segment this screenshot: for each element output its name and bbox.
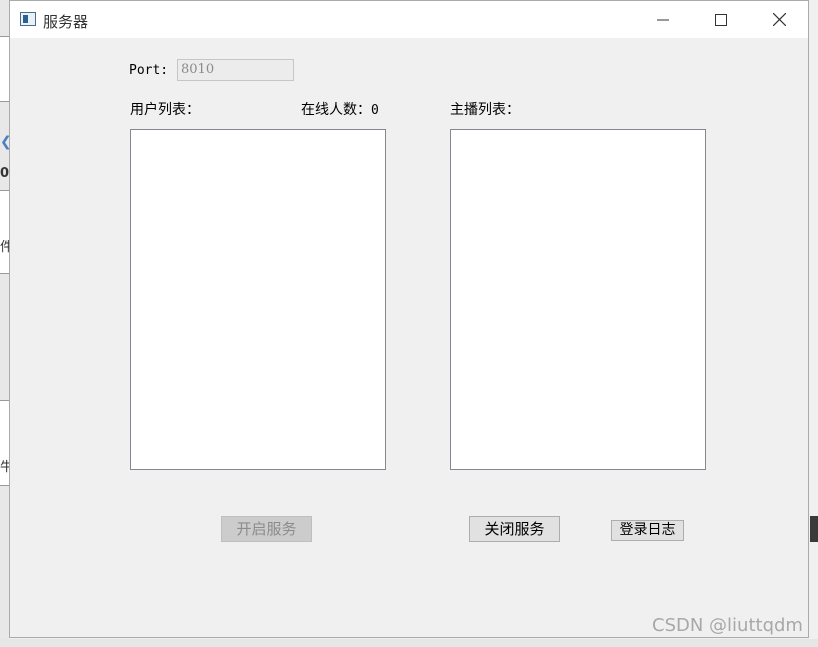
login-log-button[interactable]: 登录日志 <box>611 520 684 541</box>
background-window-edge: ❮ 0 件 牛 <box>0 0 13 647</box>
port-label: Port: <box>129 63 169 78</box>
background-taskbar-edge <box>0 639 818 647</box>
app-icon <box>20 12 36 26</box>
online-count-value: 0 <box>371 103 379 118</box>
background-panel <box>0 36 9 102</box>
maximize-button[interactable] <box>692 1 750 38</box>
user-list-label: 用户列表： <box>130 102 200 118</box>
background-window-edge <box>810 516 818 542</box>
minimize-button[interactable] <box>634 1 692 38</box>
start-service-button[interactable]: 开启服务 <box>221 516 312 542</box>
online-count-caption: 在线人数： <box>301 102 371 118</box>
stop-service-button[interactable]: 关闭服务 <box>469 516 560 542</box>
user-listbox[interactable] <box>130 129 386 470</box>
minimize-icon <box>657 19 669 20</box>
window-title: 服务器 <box>43 13 89 31</box>
online-count-label: 在线人数：0 <box>301 99 379 119</box>
anchor-listbox[interactable] <box>450 129 706 470</box>
close-icon <box>772 13 786 26</box>
maximize-icon <box>715 13 727 26</box>
background-text: 0 <box>0 166 10 181</box>
port-input[interactable]: 8010 <box>177 59 294 81</box>
server-window: 服务器 Port: 8010 用户列表： 在线人数：0 主播列表： 开启服务 关… <box>9 0 809 638</box>
watermark: CSDN @liuttqdm <box>652 615 803 636</box>
close-button[interactable] <box>750 1 808 38</box>
background-panel <box>0 190 9 274</box>
title-bar[interactable]: 服务器 <box>10 1 808 38</box>
anchor-list-label: 主播列表： <box>450 102 520 118</box>
